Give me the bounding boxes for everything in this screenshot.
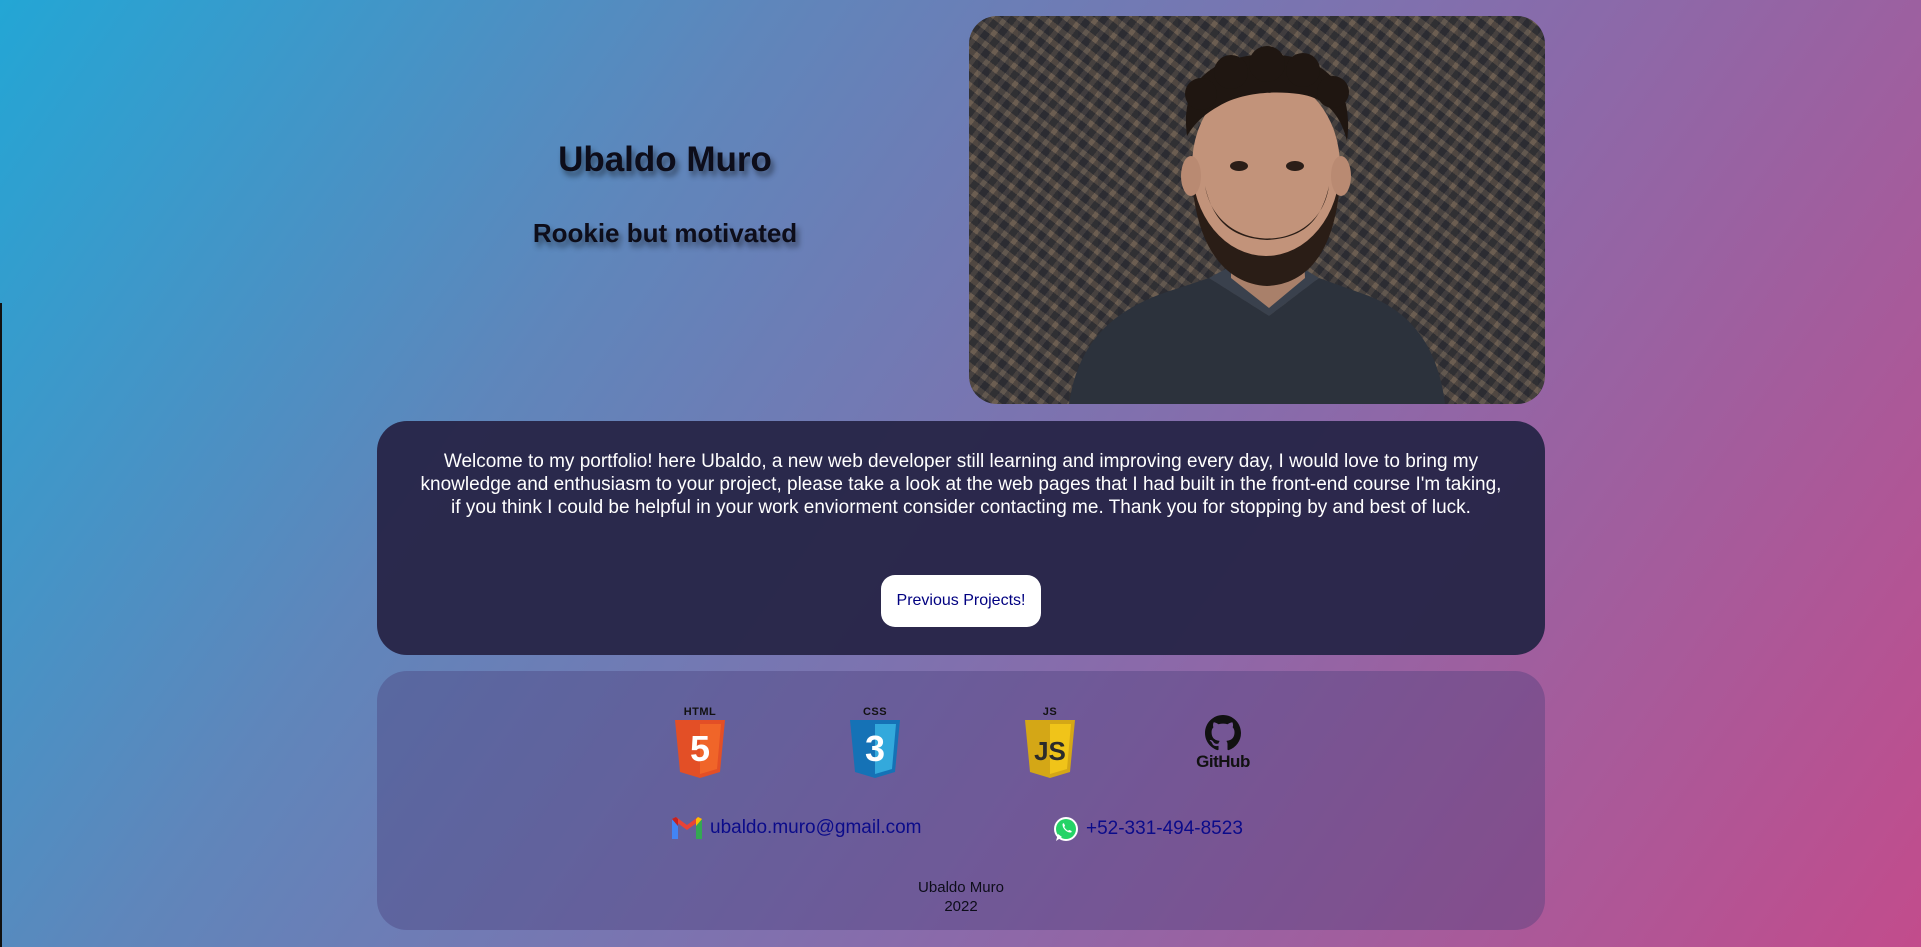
previous-projects-button[interactable]: Previous Projects! [881, 575, 1041, 627]
credit-name: Ubaldo Muro [918, 879, 1004, 896]
javascript-glyph: JS [1034, 736, 1066, 766]
page-edge [0, 303, 2, 947]
hero-tagline: Rookie but motivated [532, 218, 798, 248]
hero-name: Ubaldo Muro [558, 140, 772, 179]
email-link[interactable]: ubaldo.muro@gmail.com [710, 817, 922, 839]
css3-glyph: 3 [865, 728, 885, 769]
phone-contact: +52-331-494-8523 [1052, 815, 1243, 843]
github-wordmark: GitHub [1196, 752, 1250, 771]
javascript-shield: JS [1025, 720, 1075, 778]
email-contact: ubaldo.muro@gmail.com [670, 815, 922, 841]
gmail-icon [672, 817, 702, 839]
portrait-figure [1069, 46, 1445, 404]
welcome-card: Welcome to my portfolio! here Ubaldo, a … [377, 421, 1545, 655]
javascript-caption: JS [1042, 706, 1058, 718]
portrait-photo [969, 16, 1545, 404]
whatsapp-icon [1054, 817, 1078, 841]
css3-shield: 3 [850, 720, 900, 778]
github-icon[interactable]: GitHub [1192, 715, 1254, 773]
css3-icon: CSS 3 [847, 706, 903, 784]
css3-caption: CSS [862, 706, 888, 718]
html5-caption: HTML [683, 706, 717, 718]
credit-year: 2022 [944, 898, 978, 915]
javascript-icon: JS JS [1022, 706, 1078, 784]
html5-shield: 5 [675, 720, 725, 778]
github-octocat-icon [1205, 715, 1241, 751]
welcome-text: Welcome to my portfolio! here Ubaldo, a … [420, 451, 1502, 518]
footer-card: HTML 5 CSS 3 JS JS GitHub ubaldo.muro@gm… [377, 671, 1545, 930]
html5-icon: HTML 5 [672, 706, 728, 784]
hero-text: Ubaldo Muro Rookie but motivated [480, 140, 850, 249]
footer-credit: Ubaldo Muro 2022 [377, 878, 1545, 916]
phone-link[interactable]: +52-331-494-8523 [1086, 818, 1243, 840]
html5-glyph: 5 [690, 728, 710, 769]
